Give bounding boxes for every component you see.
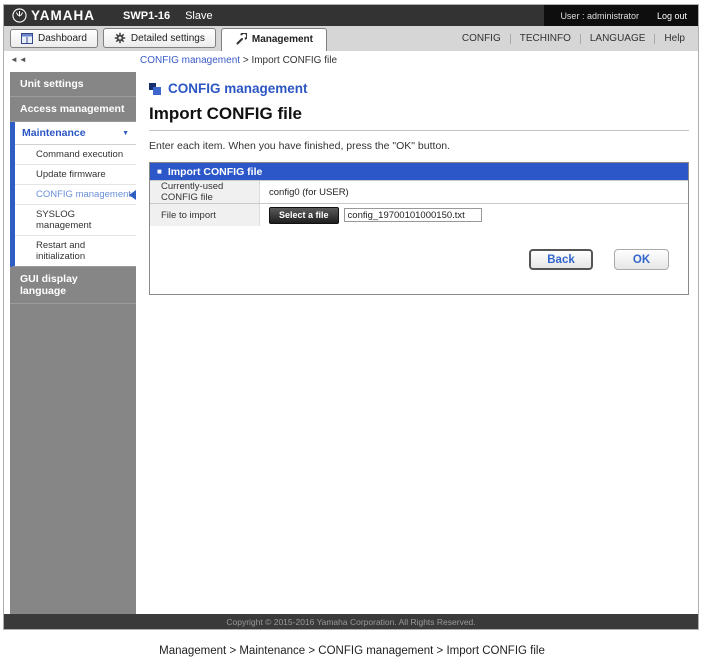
sidebar-item-access-management[interactable]: Access management <box>10 97 136 122</box>
action-buttons: Back OK <box>529 249 669 270</box>
sidebar-item-restart-initialization[interactable]: Restart and initialization <box>15 236 136 266</box>
link-techinfo[interactable]: TECHINFO <box>511 33 580 44</box>
tab-management-label: Management <box>252 34 313 45</box>
content-area: ◄◄ CONFIG management > Import CONFIG fil… <box>4 51 698 614</box>
yamaha-logo-icon <box>12 8 27 23</box>
row-value-file-to-import: Select a file <box>260 204 688 226</box>
tab-detailed-settings-label: Detailed settings <box>131 33 205 44</box>
logout-link[interactable]: Log out <box>657 11 687 21</box>
section-title: CONFIG management <box>168 81 308 96</box>
sidebar-item-config-management-label: CONFIG management <box>36 189 131 200</box>
chevron-down-icon: ▼ <box>122 130 129 137</box>
brand: YAMAHA <box>12 8 95 23</box>
sidebar-item-gui-display-language[interactable]: GUI display language <box>10 267 136 304</box>
instruction-text: Enter each item. When you have finished,… <box>149 140 689 152</box>
back-button[interactable]: Back <box>529 249 593 270</box>
main-panel: CONFIG management Import CONFIG file Ent… <box>149 81 689 295</box>
sidebar: Unit settings Access management Maintena… <box>10 72 136 614</box>
table-row: File to import Select a file <box>150 203 688 226</box>
tab-detailed-settings[interactable]: Detailed settings <box>103 28 216 48</box>
device-mode: Slave <box>185 10 213 22</box>
app-window: YAMAHA SWP1-16 Slave User : administrato… <box>3 4 699 630</box>
top-bar: YAMAHA SWP1-16 Slave User : administrato… <box>4 5 698 26</box>
wrench-icon <box>235 33 247 45</box>
user-info: User : administrator <box>560 11 639 21</box>
overlapping-squares-icon <box>149 83 161 95</box>
breadcrumb-link-config-management[interactable]: CONFIG management <box>140 55 240 66</box>
sidebar-item-maintenance-label: Maintenance <box>22 127 86 139</box>
sidebar-section-maintenance: Maintenance ▼ Command execution Update f… <box>10 122 136 267</box>
sidebar-collapse-button[interactable]: ◄◄ <box>10 55 28 64</box>
tab-dashboard-label: Dashboard <box>38 33 87 44</box>
square-bullet-icon: ■ <box>157 168 162 176</box>
link-config[interactable]: CONFIG <box>453 33 510 44</box>
dashboard-icon <box>21 33 33 44</box>
top-links: CONFIG TECHINFO LANGUAGE Help <box>453 33 694 44</box>
gear-icon <box>114 32 126 44</box>
sidebar-item-syslog-management[interactable]: SYSLOG management <box>15 205 136 236</box>
table-row: Currently-used CONFIG file config0 (for … <box>150 180 688 203</box>
section-header: CONFIG management <box>149 81 689 96</box>
selected-item-arrow-icon <box>129 190 136 200</box>
import-config-panel: ■ Import CONFIG file Currently-used CONF… <box>149 162 689 295</box>
tab-dashboard[interactable]: Dashboard <box>10 29 98 48</box>
brand-name: YAMAHA <box>31 8 95 23</box>
select-file-button[interactable]: Select a file <box>269 207 339 224</box>
tab-management[interactable]: Management <box>221 28 327 51</box>
link-help[interactable]: Help <box>655 33 694 44</box>
device-model: SWP1-16 <box>123 10 170 22</box>
sidebar-item-update-firmware[interactable]: Update firmware <box>15 165 136 185</box>
link-language[interactable]: LANGUAGE <box>581 33 655 44</box>
panel-title: Import CONFIG file <box>168 166 263 178</box>
sidebar-item-maintenance[interactable]: Maintenance ▼ <box>15 122 136 145</box>
panel-header: ■ Import CONFIG file <box>150 163 688 180</box>
page-title: Import CONFIG file <box>149 104 689 124</box>
row-value-current-config: config0 (for USER) <box>260 181 688 203</box>
tab-bar: Dashboard Detailed settings Management <box>4 26 698 51</box>
breadcrumb-separator: > <box>240 55 251 66</box>
sidebar-item-config-management[interactable]: CONFIG management <box>15 185 136 205</box>
divider <box>149 130 689 131</box>
row-label-file-to-import: File to import <box>150 204 260 226</box>
copyright-text: Copyright © 2015-2016 Yamaha Corporation… <box>226 617 475 627</box>
row-label-current-config: Currently-used CONFIG file <box>150 181 260 203</box>
sidebar-item-unit-settings[interactable]: Unit settings <box>10 72 136 97</box>
user-block: User : administrator Log out <box>544 5 698 26</box>
filename-input[interactable] <box>344 208 482 222</box>
ok-button[interactable]: OK <box>614 249 669 270</box>
screenshot-caption: Management > Maintenance > CONFIG manage… <box>0 645 704 657</box>
breadcrumb: CONFIG management > Import CONFIG file <box>140 55 337 66</box>
breadcrumb-current: Import CONFIG file <box>251 55 337 66</box>
sidebar-item-command-execution[interactable]: Command execution <box>15 145 136 165</box>
footer: Copyright © 2015-2016 Yamaha Corporation… <box>4 614 698 629</box>
